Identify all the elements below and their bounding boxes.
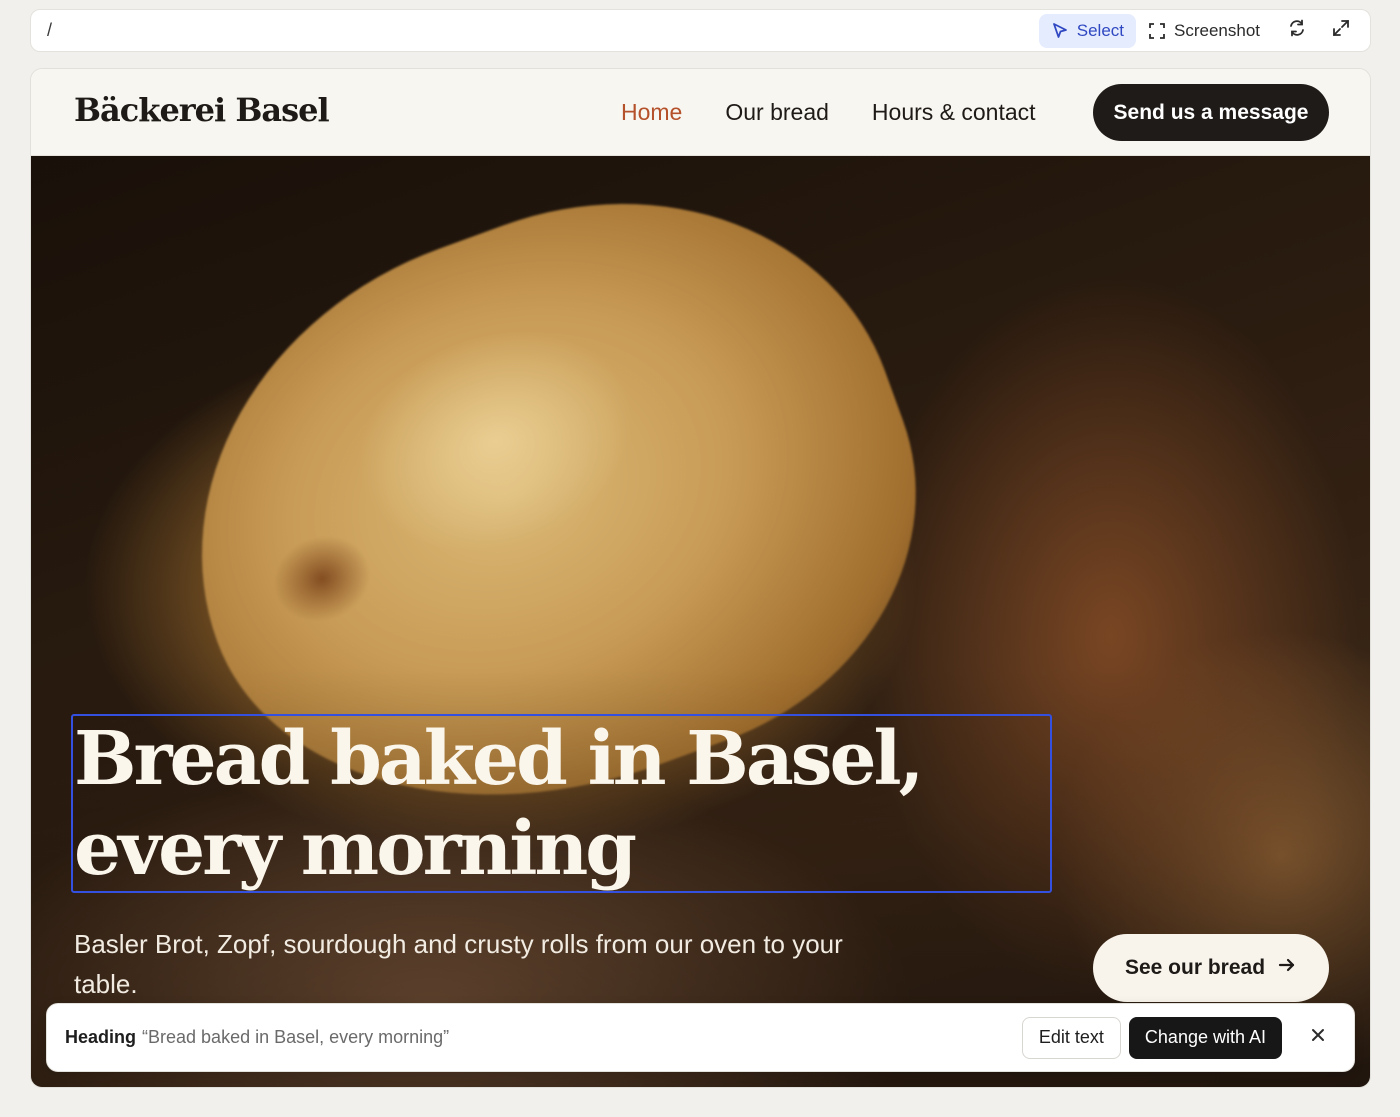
refresh-button[interactable] — [1278, 14, 1316, 48]
hero-heading[interactable]: Bread baked in Basel, every morning — [74, 714, 974, 894]
nav-our-bread[interactable]: Our bread — [725, 99, 829, 126]
arrow-right-icon — [1277, 955, 1297, 981]
see-our-bread-button[interactable]: See our bread — [1093, 934, 1329, 1002]
editor-toolbar: / Select Screenshot — [30, 9, 1371, 52]
expand-button[interactable] — [1322, 14, 1360, 48]
site-logo[interactable]: Bäckerei Basel — [74, 91, 330, 129]
page-path: / — [47, 20, 53, 40]
toolbar-actions: Select Screenshot — [1038, 10, 1370, 51]
screenshot-tool-label: Screenshot — [1174, 20, 1260, 40]
site-preview: Bäckerei Basel Home Our bread Hours & co… — [30, 68, 1371, 1088]
main-nav: Home Our bread Hours & contact — [621, 69, 1079, 156]
expand-icon — [1331, 18, 1351, 43]
refresh-icon — [1287, 18, 1307, 43]
hero-subtext[interactable]: Basler Brot, Zopf, sourdough and crusty … — [74, 924, 874, 1004]
nav-hours-contact[interactable]: Hours & contact — [872, 99, 1036, 126]
see-our-bread-label: See our bread — [1124, 956, 1266, 979]
select-tool-label: Select — [1076, 20, 1124, 40]
change-with-ai-button[interactable]: Change with AI — [1128, 1016, 1282, 1059]
select-tool-button[interactable]: Select — [1038, 13, 1136, 48]
nav-home[interactable]: Home — [621, 99, 682, 126]
hero-section: Bread baked in Basel, every morning Basl… — [31, 156, 1370, 1087]
close-icon — [1310, 1027, 1326, 1048]
send-message-button[interactable]: Send us a message — [1093, 84, 1329, 141]
inspector-actions: Edit text Change with AI — [1021, 1016, 1340, 1059]
site-header: Bäckerei Basel Home Our bread Hours & co… — [31, 69, 1370, 156]
screenshot-tool-button[interactable]: Screenshot — [1136, 14, 1272, 48]
cursor-icon — [1051, 22, 1069, 40]
inspector-element-type: Heading — [65, 1027, 137, 1047]
screenshot-icon — [1148, 22, 1166, 40]
inspector-element-value: “Bread baked in Basel, every morning” — [142, 1027, 450, 1047]
close-inspector-button[interactable] — [1296, 1017, 1340, 1059]
element-inspector-bar: Heading “Bread baked in Basel, every mor… — [46, 1003, 1355, 1072]
edit-text-button[interactable]: Edit text — [1021, 1016, 1121, 1059]
